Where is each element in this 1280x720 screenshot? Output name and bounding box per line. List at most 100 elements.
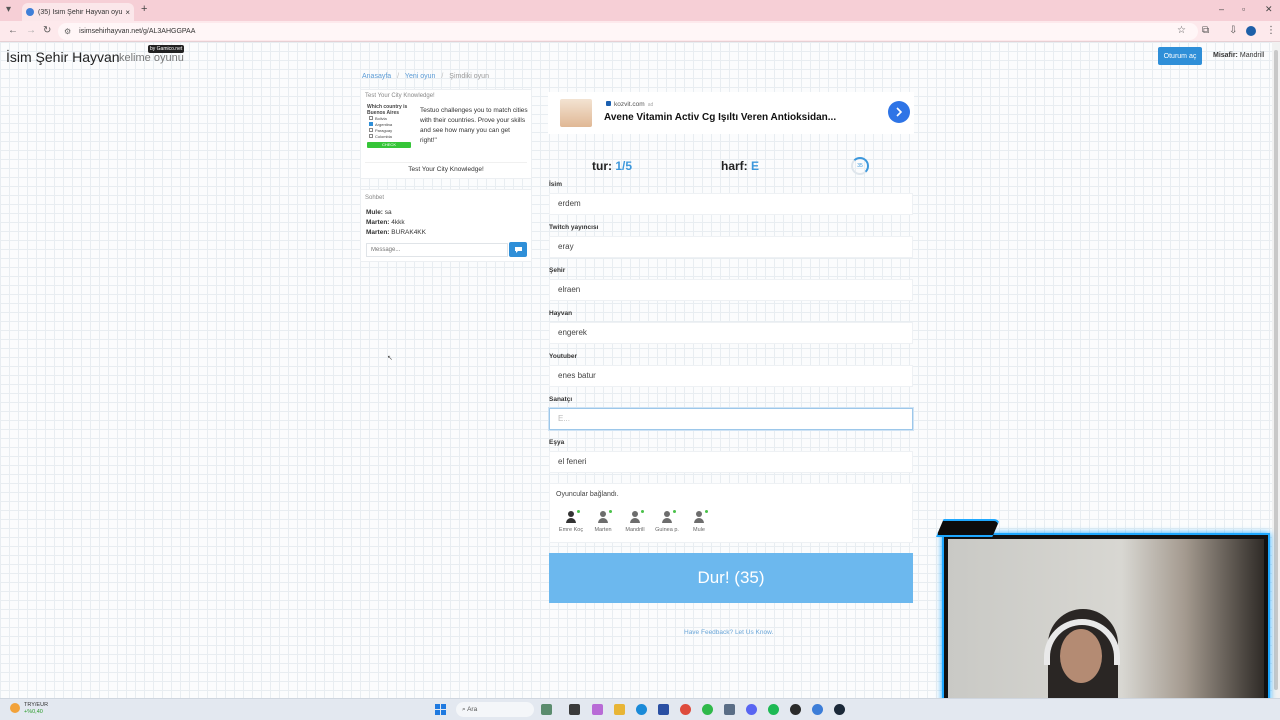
ad-heading: Test Your City Knowledge! bbox=[365, 93, 435, 99]
back-icon[interactable]: ← bbox=[8, 25, 18, 36]
field-isim[interactable]: erdem bbox=[549, 193, 913, 215]
discord-icon[interactable] bbox=[746, 704, 757, 715]
copilot-icon[interactable] bbox=[592, 704, 603, 715]
field-label-twitch: Twitch yayıncısı bbox=[549, 224, 599, 231]
chrome-icon[interactable] bbox=[680, 704, 691, 715]
ad-headline: Avene Vitamin Activ Cg Işıltı Veren Anti… bbox=[604, 112, 837, 123]
top-ad-banner[interactable]: kozvit.com ad Avene Vitamin Activ Cg Işıl… bbox=[548, 92, 914, 134]
ad-description: Testuo challenges you to match cities wi… bbox=[420, 107, 528, 144]
field-youtuber[interactable]: enes batur bbox=[549, 365, 913, 387]
chat-send-button[interactable] bbox=[509, 242, 527, 257]
chat-message: Marten: BURAK4KK bbox=[366, 229, 426, 236]
field-label-sehir: Şehir bbox=[549, 267, 566, 274]
address-bar: ← → ↻ ⚙ isimsehirhayvan.net/g/AL3AHGGPAA… bbox=[0, 21, 1280, 42]
stop-button[interactable]: Dur! (35) bbox=[549, 553, 913, 603]
ad-quiz-question: Which country is Buenos Aires bbox=[367, 104, 408, 116]
forward-icon[interactable]: → bbox=[26, 25, 36, 36]
ad-cta-button[interactable]: Test Your City Knowledge! bbox=[365, 162, 527, 176]
edge-icon[interactable] bbox=[636, 704, 647, 715]
player-item: Emre Koç bbox=[555, 510, 587, 533]
webcam-frame bbox=[942, 533, 1270, 717]
task-view-icon[interactable] bbox=[569, 704, 580, 715]
site-info-icon[interactable]: ⚙ bbox=[64, 27, 71, 36]
chrome-profile-icon[interactable] bbox=[812, 704, 823, 715]
menu-icon[interactable]: ⋮ bbox=[1266, 25, 1276, 36]
chat-message: Marten: 4kkk bbox=[366, 219, 405, 226]
globe-icon bbox=[26, 8, 34, 16]
field-sanatci[interactable]: E... bbox=[549, 408, 913, 430]
guest-name: Mandrill bbox=[1239, 52, 1265, 59]
countdown-timer: 35 bbox=[851, 157, 869, 175]
breadcrumb-separator: / bbox=[397, 73, 400, 80]
bookmark-star-icon[interactable]: ☆ bbox=[1177, 25, 1186, 36]
file-explorer-icon[interactable] bbox=[614, 704, 625, 715]
browser-tab[interactable]: (35) İsim Şehir Hayvan oyunu × bbox=[22, 3, 134, 21]
feedback-link[interactable]: Have Feedback? Let Us Know. bbox=[684, 629, 773, 636]
field-sehir[interactable]: elraen bbox=[549, 279, 913, 301]
field-label-sanatci: Sanatçı bbox=[549, 396, 573, 403]
taskbar: TRY/EUR +%0,40 ⌕ Ara bbox=[0, 698, 1280, 720]
round-indicator: tur: 1/5 bbox=[592, 159, 633, 173]
breadcrumb-home[interactable]: Anasayfa bbox=[362, 73, 391, 80]
reload-icon[interactable]: ↻ bbox=[43, 25, 51, 36]
profile-avatar[interactable] bbox=[1246, 26, 1256, 36]
left-ad-card[interactable]: Test Your City Knowledge! Which country … bbox=[360, 89, 532, 179]
obs-icon[interactable] bbox=[790, 704, 801, 715]
field-twitch[interactable]: eray bbox=[549, 236, 913, 258]
ad-product-image bbox=[560, 99, 592, 127]
user-icon bbox=[692, 510, 708, 524]
taskbar-search[interactable]: ⌕ Ara bbox=[456, 702, 534, 717]
new-tab-button[interactable]: + bbox=[141, 3, 147, 15]
ad-quiz-check-button: CHECK bbox=[367, 142, 411, 148]
tab-title: (35) İsim Şehir Hayvan oyunu bbox=[38, 8, 123, 16]
spotify-icon[interactable] bbox=[768, 704, 779, 715]
user-icon bbox=[564, 510, 580, 524]
currency-widget[interactable]: TRY/EUR +%0,40 bbox=[10, 702, 48, 716]
webcam-overlay bbox=[936, 519, 1280, 720]
chat-message-input[interactable] bbox=[366, 243, 508, 257]
chat-heading: Sohbet bbox=[365, 195, 385, 201]
chevron-right-icon[interactable] bbox=[888, 101, 910, 123]
whatsapp-icon[interactable] bbox=[702, 704, 713, 715]
ad-source-icon bbox=[606, 101, 611, 106]
ad-quiz-image: Which country is Buenos Aires Bolivia Ar… bbox=[367, 104, 413, 156]
url-field[interactable]: ⚙ isimsehirhayvan.net/g/AL3AHGGPAA bbox=[58, 23, 1198, 40]
maximize-icon[interactable]: ▫ bbox=[1242, 4, 1245, 14]
field-label-esya: Eşya bbox=[549, 439, 565, 446]
gamico-badge: by Gamico.net bbox=[148, 45, 185, 53]
player-item: Marten bbox=[587, 510, 619, 533]
url-text: isimsehirhayvan.net/g/AL3AHGGPAA bbox=[79, 28, 196, 35]
breadcrumb-current: Şimdiki oyun bbox=[449, 73, 489, 80]
players-panel: Oyuncular bağlandı. Emre Koç Marten Mand… bbox=[549, 483, 913, 543]
windows-start-icon[interactable] bbox=[435, 704, 446, 715]
window-close-icon[interactable]: ✕ bbox=[1265, 4, 1273, 15]
field-label-isim: İsim bbox=[549, 181, 563, 188]
player-item: Mandrill bbox=[619, 510, 651, 533]
minimize-icon[interactable]: – bbox=[1219, 4, 1224, 14]
browser-tabbar: ▾ (35) İsim Şehir Hayvan oyunu × + – ▫ ✕ bbox=[0, 0, 1280, 21]
downloads-icon[interactable]: ⇩ bbox=[1229, 25, 1237, 36]
close-tab-icon[interactable]: × bbox=[125, 8, 130, 17]
field-esya[interactable]: el feneri bbox=[549, 451, 913, 473]
steam-icon[interactable] bbox=[834, 704, 845, 715]
widgets-app-icon[interactable] bbox=[541, 704, 552, 715]
webcam-frame-tab bbox=[936, 519, 1000, 537]
mouse-cursor-icon: ↖ bbox=[387, 355, 393, 362]
site-subtitle: kelime oyunu bbox=[119, 52, 184, 64]
tab-menu-icon[interactable]: ▾ bbox=[6, 4, 11, 15]
ad-quiz-option: Colombia bbox=[369, 134, 413, 140]
field-hayvan[interactable]: engerek bbox=[549, 322, 913, 344]
store-icon[interactable] bbox=[658, 704, 669, 715]
round-value: 1/5 bbox=[615, 159, 633, 173]
field-label-hayvan: Hayvan bbox=[549, 310, 573, 317]
breadcrumb-separator: / bbox=[441, 73, 444, 80]
site-title[interactable]: İsim Şehir Hayvan bbox=[6, 49, 120, 65]
extensions-icon[interactable]: ⧉ bbox=[1202, 25, 1209, 36]
settings-app-icon[interactable] bbox=[724, 704, 735, 715]
ad-source: kozvit.com ad bbox=[606, 101, 653, 108]
breadcrumb-new-game[interactable]: Yeni oyun bbox=[405, 73, 436, 80]
user-icon bbox=[596, 510, 612, 524]
currency-icon bbox=[10, 703, 20, 713]
login-button[interactable]: Oturum aç bbox=[1158, 47, 1202, 65]
chat-bubble-icon bbox=[514, 246, 522, 253]
